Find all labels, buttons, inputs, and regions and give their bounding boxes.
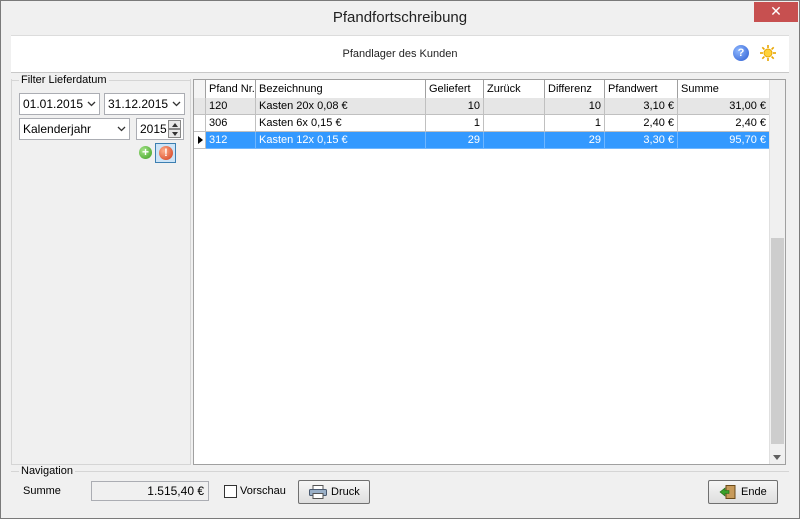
cell-differenz: 1: [545, 115, 605, 132]
close-button[interactable]: ✕: [754, 2, 798, 22]
current-row-arrow-icon: [198, 136, 203, 144]
column-header-geliefert[interactable]: Geliefert: [426, 80, 484, 98]
cell-pfand-nr: 120: [206, 98, 256, 115]
summe-value-field: 1.515,40 €: [91, 481, 209, 501]
cell-pfand-nr: 312: [206, 132, 256, 149]
close-icon: ✕: [770, 3, 782, 19]
sun-icon[interactable]: [759, 44, 777, 62]
grid-header-corner: [194, 80, 206, 98]
cell-bezeichnung: Kasten 6x 0,15 €: [256, 115, 426, 132]
period-value: Kalenderjahr: [23, 122, 92, 136]
navigation-legend: Navigation: [19, 465, 75, 477]
help-icon[interactable]: ?: [733, 45, 749, 61]
cell-summe: 95,70 €: [678, 132, 770, 149]
cell-bezeichnung: Kasten 20x 0,08 €: [256, 98, 426, 115]
row-indicator: [194, 98, 206, 115]
column-header-pfandwert[interactable]: Pfandwert: [605, 80, 678, 98]
cell-pfandwert: 3,10 €: [605, 98, 678, 115]
table-row[interactable]: 120 Kasten 20x 0,08 € 10 10 3,10 € 31,00…: [194, 98, 771, 115]
cell-geliefert: 29: [426, 132, 484, 149]
window-title: Pfandfortschreibung: [332, 9, 468, 26]
filter-legend: Filter Lieferdatum: [19, 74, 109, 86]
printer-icon: [309, 485, 327, 499]
cell-summe: 31,00 €: [678, 98, 770, 115]
title-bar: Pfandfortschreibung ✕: [1, 1, 799, 34]
remove-filter-button[interactable]: !: [155, 143, 176, 163]
row-indicator: [194, 132, 206, 149]
table-row-selected[interactable]: 312 Kasten 12x 0,15 € 29 29 3,30 € 95,70…: [194, 132, 771, 149]
year-down-button[interactable]: [168, 129, 181, 138]
year-stepper[interactable]: 2015: [136, 118, 184, 140]
druck-button[interactable]: Druck: [298, 480, 370, 504]
ende-label: Ende: [741, 486, 767, 498]
column-header-pfand-nr[interactable]: Pfand Nr.: [206, 80, 256, 98]
header-title: Pfandlager des Kunden: [342, 48, 458, 60]
header-panel: Pfandlager des Kunden ?: [11, 35, 789, 73]
exit-door-icon: [719, 485, 736, 499]
grid-header: Pfand Nr. Bezeichnung Geliefert Zurück D…: [194, 80, 785, 98]
summe-label: Summe: [23, 485, 61, 497]
date-to-combo[interactable]: 31.12.2015: [104, 93, 185, 115]
column-header-summe[interactable]: Summe: [678, 80, 770, 98]
column-header-bezeichnung[interactable]: Bezeichnung: [256, 80, 426, 98]
date-from-value: 01.01.2015: [23, 97, 84, 111]
row-indicator: [194, 115, 206, 132]
pfandfortschreibung-window: Pfandfortschreibung ✕ Pfandlager des Kun…: [0, 0, 800, 519]
cell-summe: 2,40 €: [678, 115, 770, 132]
grid-vertical-scrollbar[interactable]: [769, 80, 785, 464]
date-to-value: 31.12.2015: [108, 97, 169, 111]
year-value: 2015: [140, 122, 167, 136]
druck-label: Druck: [331, 486, 360, 498]
cell-differenz: 29: [545, 132, 605, 149]
year-up-button[interactable]: [168, 120, 181, 129]
scrollbar-thumb[interactable]: [771, 238, 784, 444]
cell-geliefert: 10: [426, 98, 484, 115]
column-header-zurueck[interactable]: Zurück: [484, 80, 545, 98]
column-header-differenz[interactable]: Differenz: [545, 80, 605, 98]
add-filter-icon[interactable]: +: [139, 146, 152, 159]
date-from-combo[interactable]: 01.01.2015: [19, 93, 100, 115]
chevron-down-icon: [172, 101, 181, 107]
cell-pfandwert: 2,40 €: [605, 115, 678, 132]
chevron-down-icon: [117, 126, 126, 132]
cell-bezeichnung: Kasten 12x 0,15 €: [256, 132, 426, 149]
year-stepper-buttons: [168, 120, 182, 138]
period-combo[interactable]: Kalenderjahr: [19, 118, 130, 140]
pfand-grid[interactable]: Pfand Nr. Bezeichnung Geliefert Zurück D…: [193, 79, 786, 465]
scroll-down-icon[interactable]: [773, 455, 781, 460]
chevron-down-icon: [87, 101, 96, 107]
cell-pfand-nr: 306: [206, 115, 256, 132]
cell-zurueck: [484, 132, 545, 149]
cell-geliefert: 1: [426, 115, 484, 132]
ende-button[interactable]: Ende: [708, 480, 778, 504]
navigation-group-border: [11, 471, 789, 472]
remove-icon: !: [159, 146, 173, 160]
cell-zurueck: [484, 115, 545, 132]
cell-pfandwert: 3,30 €: [605, 132, 678, 149]
vorschau-checkbox[interactable]: [224, 485, 237, 498]
cell-zurueck: [484, 98, 545, 115]
vorschau-label[interactable]: Vorschau: [240, 485, 286, 497]
cell-differenz: 10: [545, 98, 605, 115]
table-row[interactable]: 306 Kasten 6x 0,15 € 1 1 2,40 € 2,40 €: [194, 115, 771, 132]
